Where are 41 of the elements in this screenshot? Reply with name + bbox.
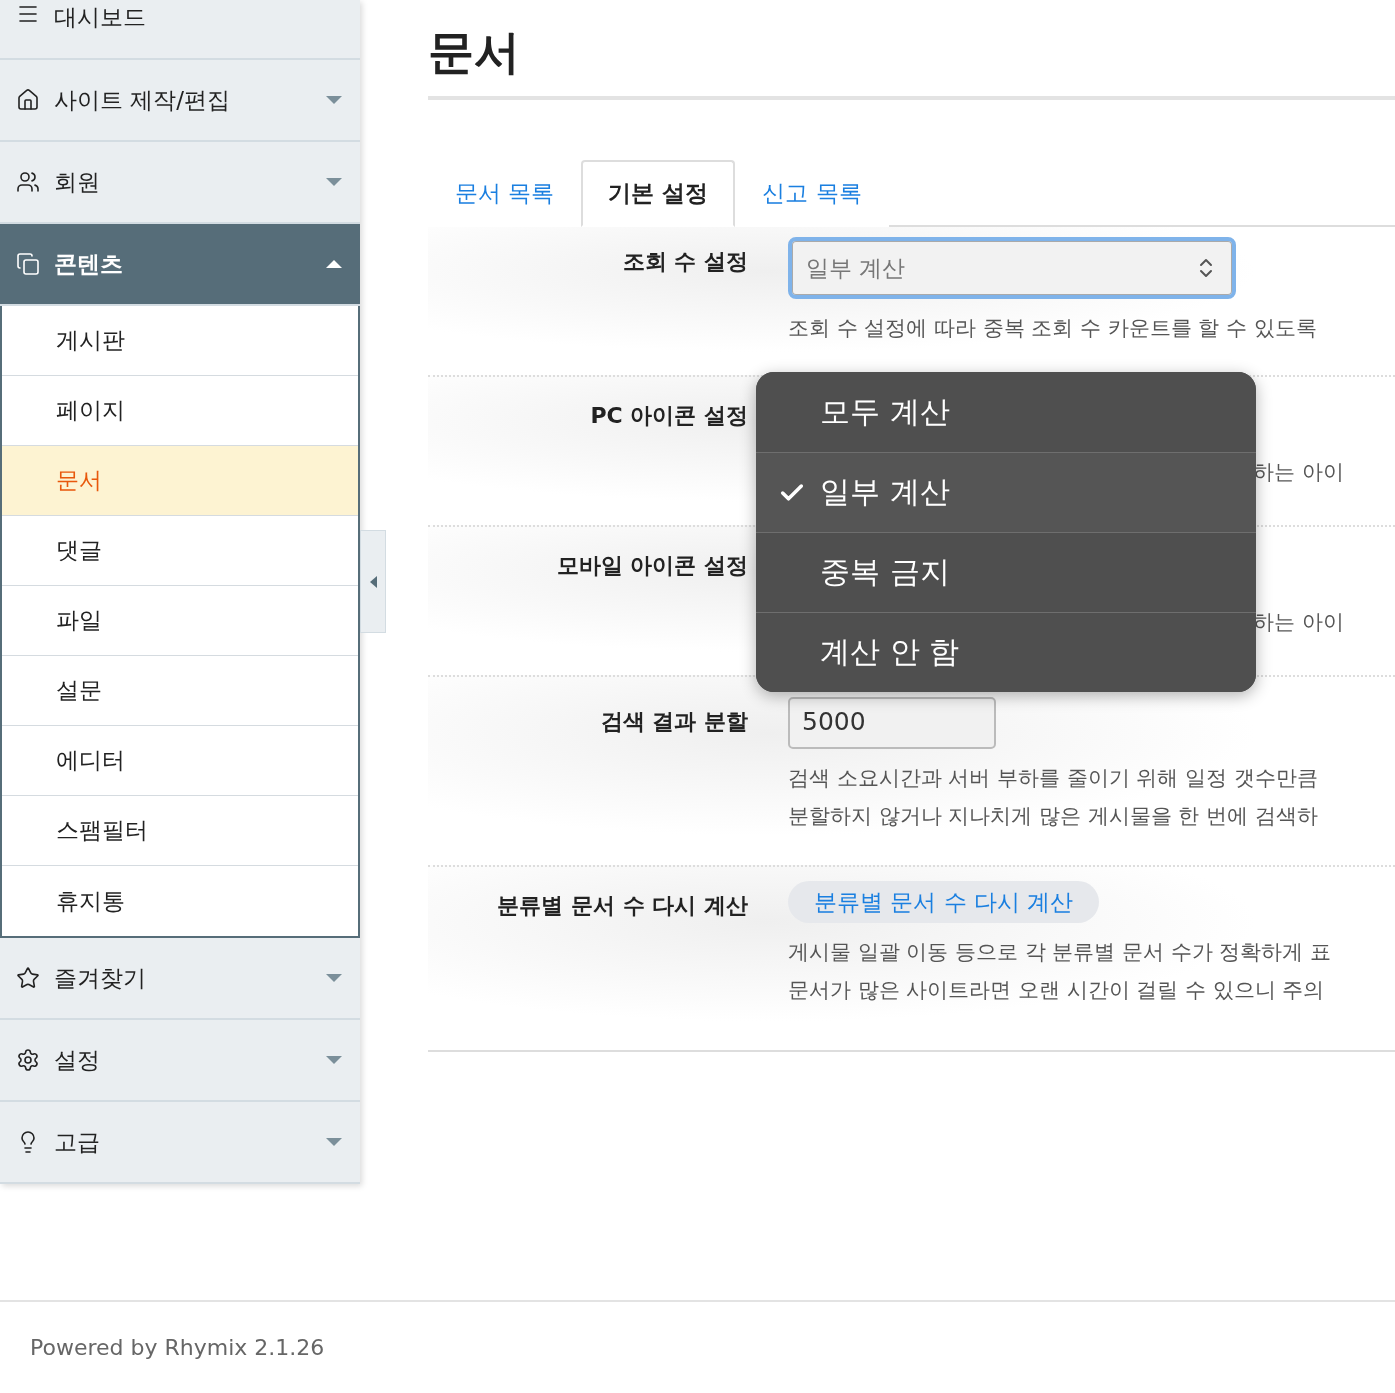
menu-item[interactable]: 고급: [0, 1102, 360, 1184]
help-text: 분할하지 않거나 지나치게 많은 게시물을 한 번에 검색하: [788, 803, 1318, 830]
caret-icon: [326, 260, 342, 268]
dropdown-option[interactable]: 계산 안 함: [756, 612, 1256, 692]
setting-label: 모바일 아이콘 설정: [555, 552, 749, 580]
setting-label: PC 아이콘 설정: [589, 402, 749, 430]
settings-icon: [16, 1048, 40, 1072]
copy-icon: [16, 252, 40, 276]
menu-item[interactable]: 대시보드: [0, 0, 360, 60]
setting-label: 조회 수 설정: [621, 248, 749, 276]
menu-item[interactable]: 설정: [0, 1020, 360, 1102]
users-icon: [16, 170, 40, 194]
help-text: 하는 아이: [1253, 459, 1344, 486]
help-text: 검색 소요시간과 서버 부하를 줄이기 위해 일정 갯수만큼: [788, 765, 1318, 792]
home-icon: [16, 88, 40, 112]
menu-item[interactable]: 사이트 제작/편집: [0, 60, 360, 142]
menu-item[interactable]: 즐겨찾기: [0, 938, 360, 1020]
caret-icon: [326, 178, 342, 186]
star-icon: [16, 966, 40, 990]
caret-icon: [326, 96, 342, 104]
setting-label: 분류별 문서 수 다시 계산: [496, 892, 749, 920]
help-text: 조회 수 설정에 따라 중복 조회 수 카운트를 할 수 있도록: [788, 315, 1317, 342]
menu-item[interactable]: 회원: [0, 142, 360, 224]
caret-icon: [326, 1138, 342, 1146]
help-text: 하는 아이: [1253, 609, 1344, 636]
input-field[interactable]: 5000: [788, 697, 996, 749]
dropdown-option[interactable]: 중복 금지: [756, 532, 1256, 612]
caret-icon: [326, 1056, 342, 1064]
dropdown-option[interactable]: 일부 계산: [756, 452, 1256, 532]
menu-item[interactable]: 콘텐츠: [0, 224, 360, 306]
caret-icon: [326, 974, 342, 982]
select-field[interactable]: 일부 계산: [788, 237, 1236, 299]
page-title: 문서: [428, 22, 1395, 100]
help-text: 문서가 많은 사이트라면 오랜 시간이 걸릴 수 있으니 주의: [788, 977, 1325, 1004]
footer-text: Powered by Rhymix 2.1.26: [30, 1335, 325, 1360]
sidebar-toggle[interactable]: [360, 530, 386, 633]
setting-label: 검색 결과 분할: [599, 708, 749, 736]
collapse-icon: [369, 575, 377, 588]
help-text: 게시물 일괄 이동 등으로 각 분류별 문서 수가 정확하게 표: [788, 939, 1332, 966]
tab[interactable]: 기본 설정: [581, 160, 736, 227]
dropdown-option[interactable]: 모두 계산: [756, 372, 1256, 452]
